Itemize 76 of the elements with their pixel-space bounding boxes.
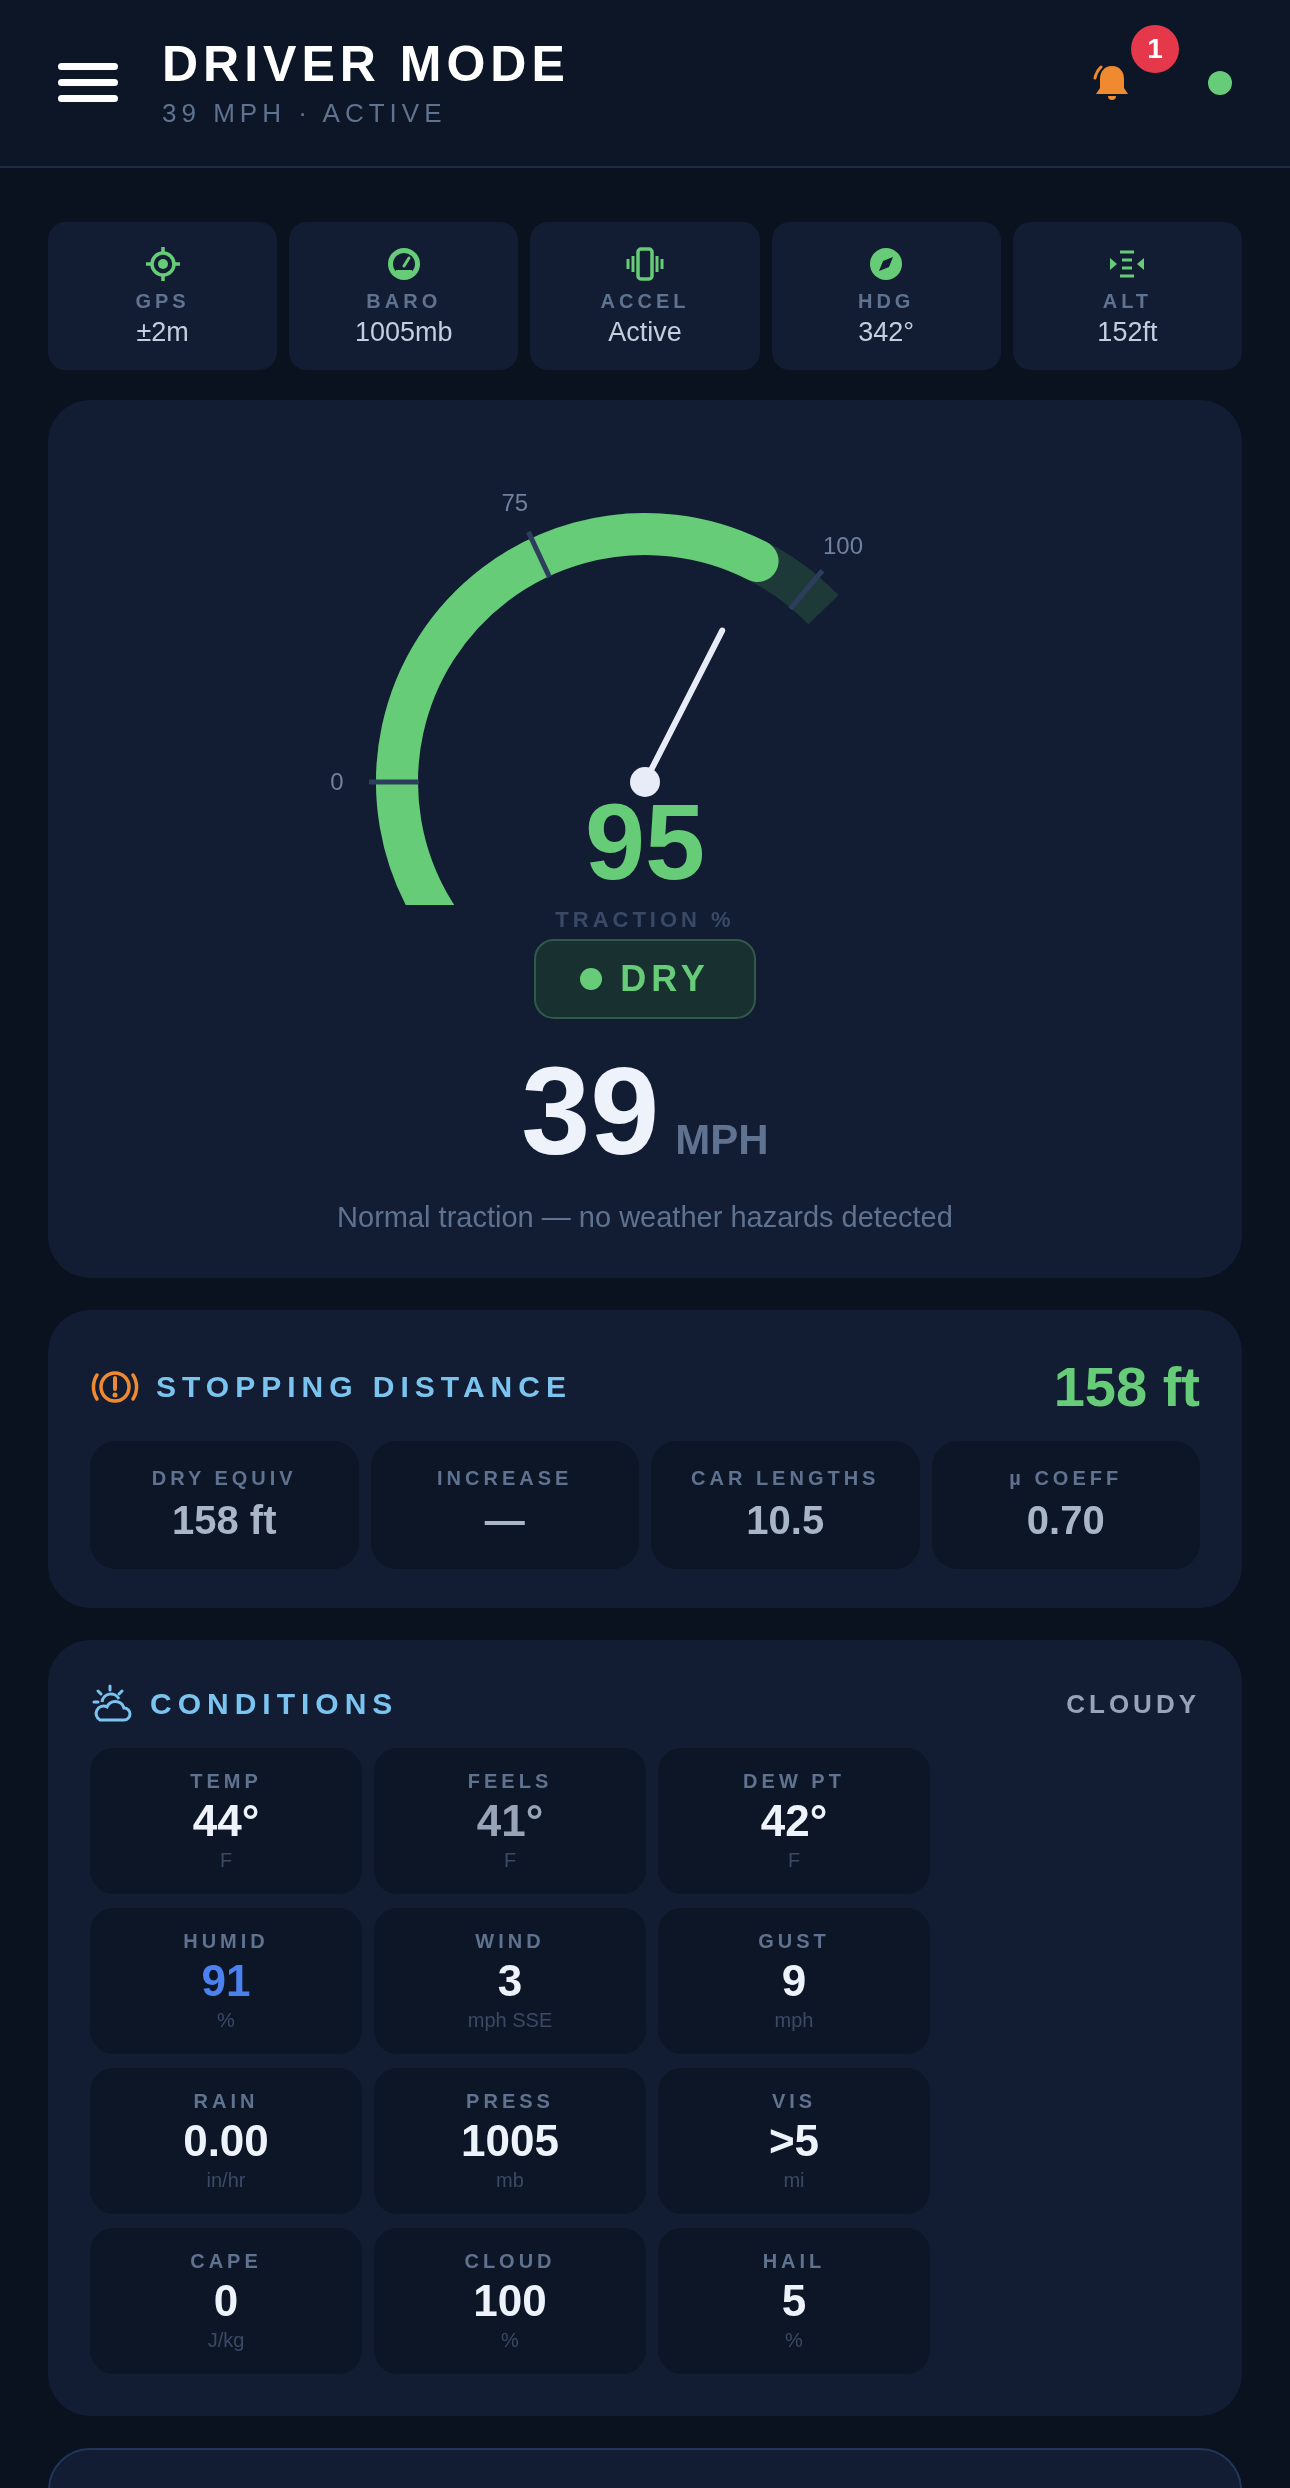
stat-value: 44° [192, 1796, 260, 1846]
section-title: CONDITIONS [150, 1687, 400, 1721]
sensor-label: ALT [1102, 290, 1153, 313]
stat-value: 9 [781, 1956, 807, 2006]
tick-label: 75 [501, 488, 529, 516]
stat-label: PRESS [466, 2089, 554, 2113]
speed-value: 39 [521, 1043, 660, 1180]
page-subtitle: 39 MPH · ACTIVE [162, 98, 448, 129]
tick-label: 100 [822, 532, 863, 560]
stat-unit: F [787, 1849, 801, 1873]
stat-label: VIS [771, 2089, 817, 2113]
stat-value: 0.70 [1026, 1498, 1105, 1543]
gauge-tick [369, 779, 419, 785]
stat-label: RAIN [193, 2089, 259, 2113]
sensor-label: GPS [135, 290, 190, 313]
stat-label: GUST [758, 1929, 830, 1953]
stat-value: 0 [213, 2276, 239, 2326]
stat-label: CLOUD [464, 2249, 556, 2273]
sensor-value: 152ft [1097, 317, 1158, 348]
stat-label: WIND [475, 1929, 545, 1953]
stat-value: 100 [473, 2276, 547, 2326]
stat-unit: % [785, 2329, 803, 2353]
sensor-label: BARO [366, 290, 442, 313]
status-dot [580, 968, 603, 990]
sensor-value: Active [608, 317, 682, 348]
sensor-value: ±2m [136, 317, 189, 348]
stat-label: CAR LENGTHS [691, 1467, 880, 1490]
stat-unit: mph [774, 2009, 814, 2033]
stat-label: DRY EQUIV [151, 1467, 297, 1490]
stat-unit: J/kg [207, 2329, 245, 2353]
surface-label: DRY [620, 958, 710, 1000]
traction-value: 95 [584, 783, 706, 902]
vibrating-phone-icon [625, 244, 665, 284]
gauge-tick [788, 568, 825, 611]
stat-label: FEELS [467, 1769, 553, 1793]
stat-unit: in/hr [206, 2169, 246, 2193]
bell-icon[interactable] [1093, 65, 1130, 101]
stat-value: — [484, 1498, 525, 1543]
stat-value: 42° [760, 1796, 828, 1846]
stat-value: 1005 [461, 2116, 559, 2166]
speed-unit: MPH [675, 1116, 769, 1164]
section-title: STOPPING DISTANCE [156, 1369, 573, 1404]
stat-label: HAIL [762, 2249, 826, 2273]
stat-label: µ COEFF [1009, 1467, 1123, 1490]
sensor-value: 342° [858, 317, 915, 348]
stat-unit: mb [496, 2169, 524, 2193]
sensor-label: HDG [857, 290, 915, 313]
traction-message: Normal traction — no weather hazards detected [337, 1201, 953, 1235]
gauge-tick [526, 530, 552, 579]
weather-summary: CLOUDY [1066, 1688, 1200, 1720]
stat-value: 10.5 [746, 1498, 825, 1543]
page-title: DRIVER MODE [162, 37, 571, 92]
menu-icon[interactable] [58, 61, 118, 105]
stat-value: 158 ft [172, 1498, 277, 1543]
stat-label: DEW PT [743, 1769, 845, 1793]
stat-unit: mi [783, 2169, 805, 2193]
stat-value: 91 [201, 1956, 251, 2006]
stat-unit: % [217, 2009, 235, 2033]
notification-badge: 1 [1131, 25, 1179, 73]
stopping-distance-value: 158 ft [1053, 1354, 1200, 1419]
stat-value: 5 [781, 2276, 807, 2326]
stat-value: 41° [476, 1796, 544, 1846]
stat-label: TEMP [190, 1769, 262, 1793]
stat-label: CAPE [190, 2249, 262, 2273]
stat-value: 3 [497, 1956, 523, 2006]
stat-unit: % [501, 2329, 519, 2353]
tick-label: 0 [330, 768, 344, 795]
stat-unit: F [219, 1849, 233, 1873]
stat-unit: mph SSE [467, 2009, 553, 2033]
stat-value: 0.00 [183, 2116, 269, 2166]
stat-label: INCREASE [437, 1467, 573, 1490]
sensor-value: 1005mb [355, 317, 453, 348]
stat-value: >5 [768, 2116, 820, 2166]
stat-label: HUMID [183, 1929, 269, 1953]
stat-unit: F [503, 1849, 517, 1873]
sensor-label: ACCEL [600, 290, 690, 313]
